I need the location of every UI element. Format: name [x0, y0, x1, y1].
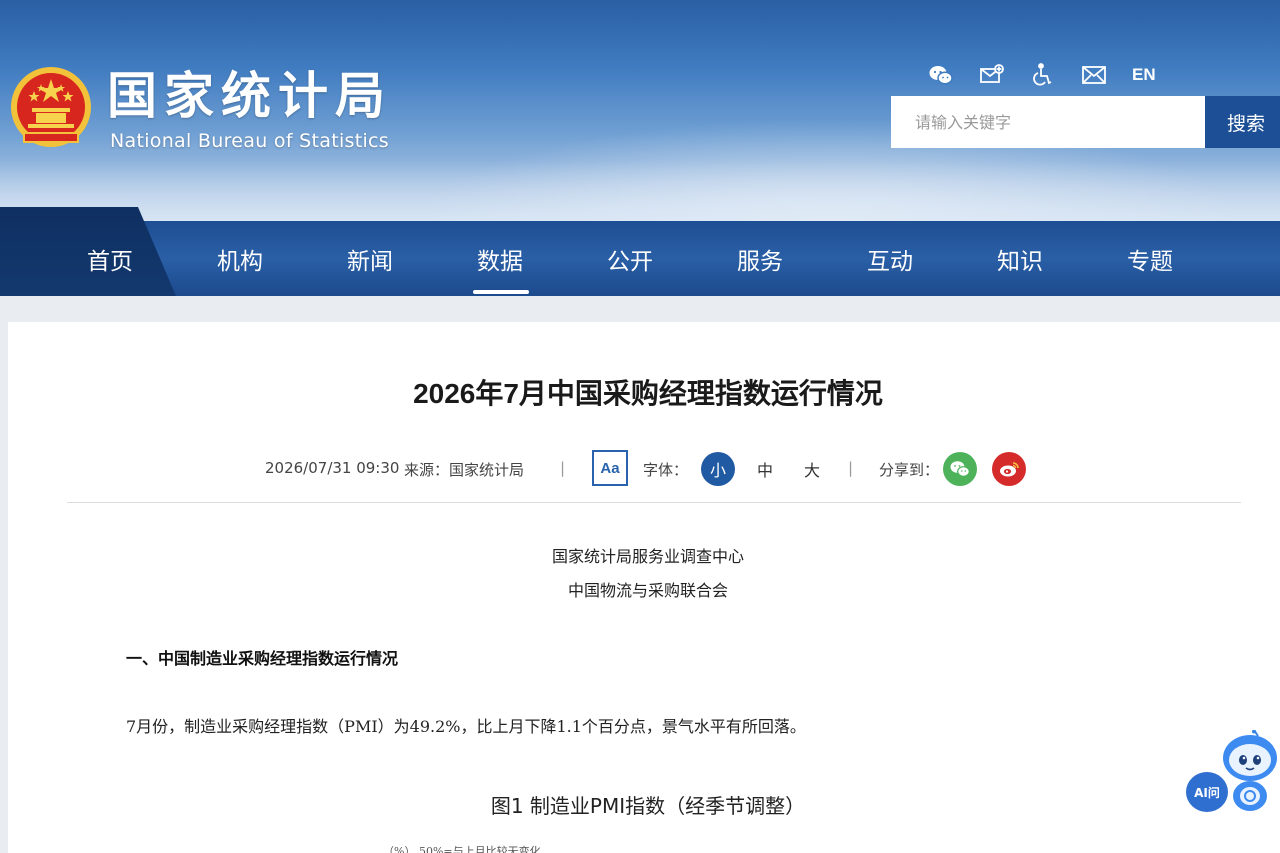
header-background-skyline	[0, 161, 1280, 221]
font-size-label: 字体：	[643, 461, 689, 479]
article-source: 来源：国家统计局	[404, 461, 525, 479]
weibo-icon	[1000, 462, 1019, 477]
main-nav: 首页 机构 新闻 数据 公开 服务 互动 知识 专题	[0, 207, 1280, 296]
article-title: 2026年7月中国采购经理指数运行情况	[413, 378, 883, 409]
mail-subscribe-icon[interactable]	[977, 61, 1007, 89]
font-size-small-button[interactable]: 小	[701, 452, 735, 486]
section-heading: 一、中国制造业采购经理指数运行情况	[126, 649, 399, 668]
share-label: 分享到：	[879, 461, 940, 479]
article-paragraph: 7月份，制造业采购经理指数（PMI）为49.2%，比上月下降1.1个百分点，景气…	[126, 717, 806, 736]
font-size-toggle-button[interactable]: Aa	[592, 450, 628, 486]
meta-divider	[67, 502, 1241, 503]
meta-separator: |	[560, 459, 566, 477]
site-logo-en[interactable]: National Bureau of Statistics	[110, 130, 389, 152]
robot-mascot-icon	[1223, 730, 1277, 811]
share-weibo-button[interactable]	[992, 452, 1026, 486]
nav-item-news[interactable]: 新闻	[305, 221, 435, 296]
nav-item-service[interactable]: 服务	[695, 221, 825, 296]
share-wechat-button[interactable]	[943, 452, 977, 486]
nav-item-data[interactable]: 数据	[435, 221, 565, 296]
search-input[interactable]	[891, 96, 1205, 148]
accessibility-icon[interactable]	[1028, 61, 1058, 89]
wechat-icon	[950, 461, 970, 477]
publish-date: 2026/07/31 09:30	[265, 459, 400, 477]
mail-icon[interactable]	[1079, 61, 1109, 89]
meta-separator: |	[848, 459, 854, 477]
figure-subtitle: （%） 50%=与上月比较无变化	[383, 845, 541, 853]
nav-item-public[interactable]: 公开	[565, 221, 695, 296]
article-meta-bar: 2026/07/31 09:30 来源：国家统计局 | Aa 字体： 小 中 大…	[0, 450, 1280, 488]
nav-item-interaction[interactable]: 互动	[825, 221, 955, 296]
national-emblem-icon[interactable]	[8, 63, 94, 153]
wechat-icon[interactable]	[926, 61, 956, 89]
nav-item-organization[interactable]: 机构	[175, 221, 305, 296]
language-en-link[interactable]: EN	[1132, 65, 1156, 85]
font-size-large-button[interactable]: 大	[795, 452, 829, 486]
source-org-line-1: 国家统计局服务业调查中心	[551, 547, 744, 566]
site-logo-cn[interactable]: 国家统计局	[107, 66, 392, 126]
search-button[interactable]: 搜索	[1205, 96, 1280, 148]
ai-ask-button[interactable]: AI问	[1186, 772, 1228, 812]
nav-item-knowledge[interactable]: 知识	[955, 221, 1085, 296]
source-org-line-2: 中国物流与采购联合会	[567, 581, 728, 600]
header-utility-icons: EN	[926, 60, 1156, 90]
font-size-medium-button[interactable]: 中	[748, 452, 782, 486]
nav-item-topics[interactable]: 专题	[1085, 221, 1215, 296]
nav-item-home[interactable]: 首页	[45, 221, 175, 296]
ai-assistant-widget[interactable]: AI问	[1186, 730, 1280, 814]
figure-title: 图1 制造业PMI指数（经季节调整）	[490, 794, 806, 818]
